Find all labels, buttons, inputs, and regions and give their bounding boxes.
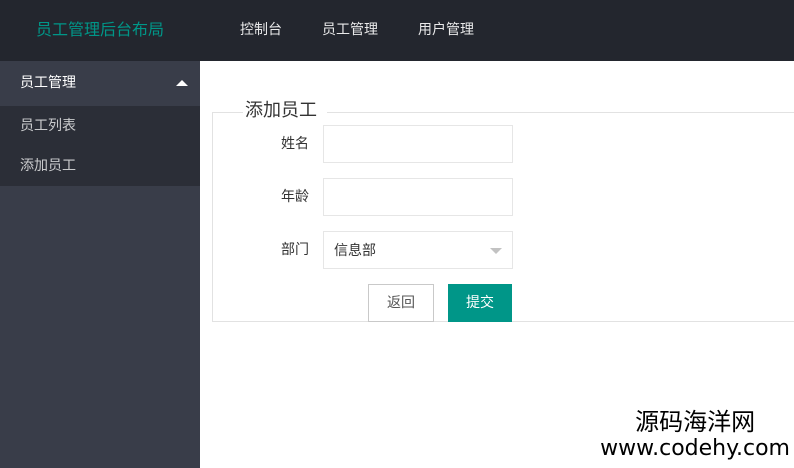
sidebar-submenu: 员工列表 添加员工 <box>0 106 200 186</box>
form-legend: 添加员工 <box>243 99 327 123</box>
department-label: 部门 <box>281 242 309 258</box>
sidebar-item-add-employee[interactable]: 添加员工 <box>0 146 200 186</box>
nav-item-console[interactable]: 控制台 <box>220 0 302 61</box>
age-label: 年龄 <box>281 189 309 205</box>
sidebar: 员工管理 员工列表 添加员工 <box>0 61 200 468</box>
name-label: 姓名 <box>281 136 309 152</box>
watermark: 源码海洋网 www.codehy.com <box>600 408 790 462</box>
watermark-url: www.codehy.com <box>600 436 790 461</box>
top-header: 员工管理后台布局 控制台 员工管理 用户管理 <box>0 0 794 61</box>
sidebar-group-label: 员工管理 <box>20 75 76 91</box>
app-logo[interactable]: 员工管理后台布局 <box>36 20 164 40</box>
add-employee-form: 添加员工 姓名 年龄 部门 信息部 返回 提交 <box>212 99 794 322</box>
top-nav: 控制台 员工管理 用户管理 <box>220 0 494 61</box>
submit-button[interactable]: 提交 <box>448 284 512 322</box>
caret-up-icon <box>176 80 188 86</box>
department-select[interactable]: 信息部 <box>323 231 513 269</box>
department-selected-value: 信息部 <box>334 243 376 259</box>
name-input[interactable] <box>323 125 513 163</box>
sidebar-group-employee-management[interactable]: 员工管理 <box>0 61 200 106</box>
nav-item-employee-management[interactable]: 员工管理 <box>302 0 398 61</box>
age-input[interactable] <box>323 178 513 216</box>
watermark-site-name: 源码海洋网 <box>635 408 756 436</box>
nav-item-user-management[interactable]: 用户管理 <box>398 0 494 61</box>
sidebar-item-employee-list[interactable]: 员工列表 <box>0 106 200 146</box>
back-button[interactable]: 返回 <box>368 284 434 322</box>
caret-down-icon <box>490 248 502 254</box>
main-content: 添加员工 姓名 年龄 部门 信息部 返回 提交 <box>200 61 794 468</box>
